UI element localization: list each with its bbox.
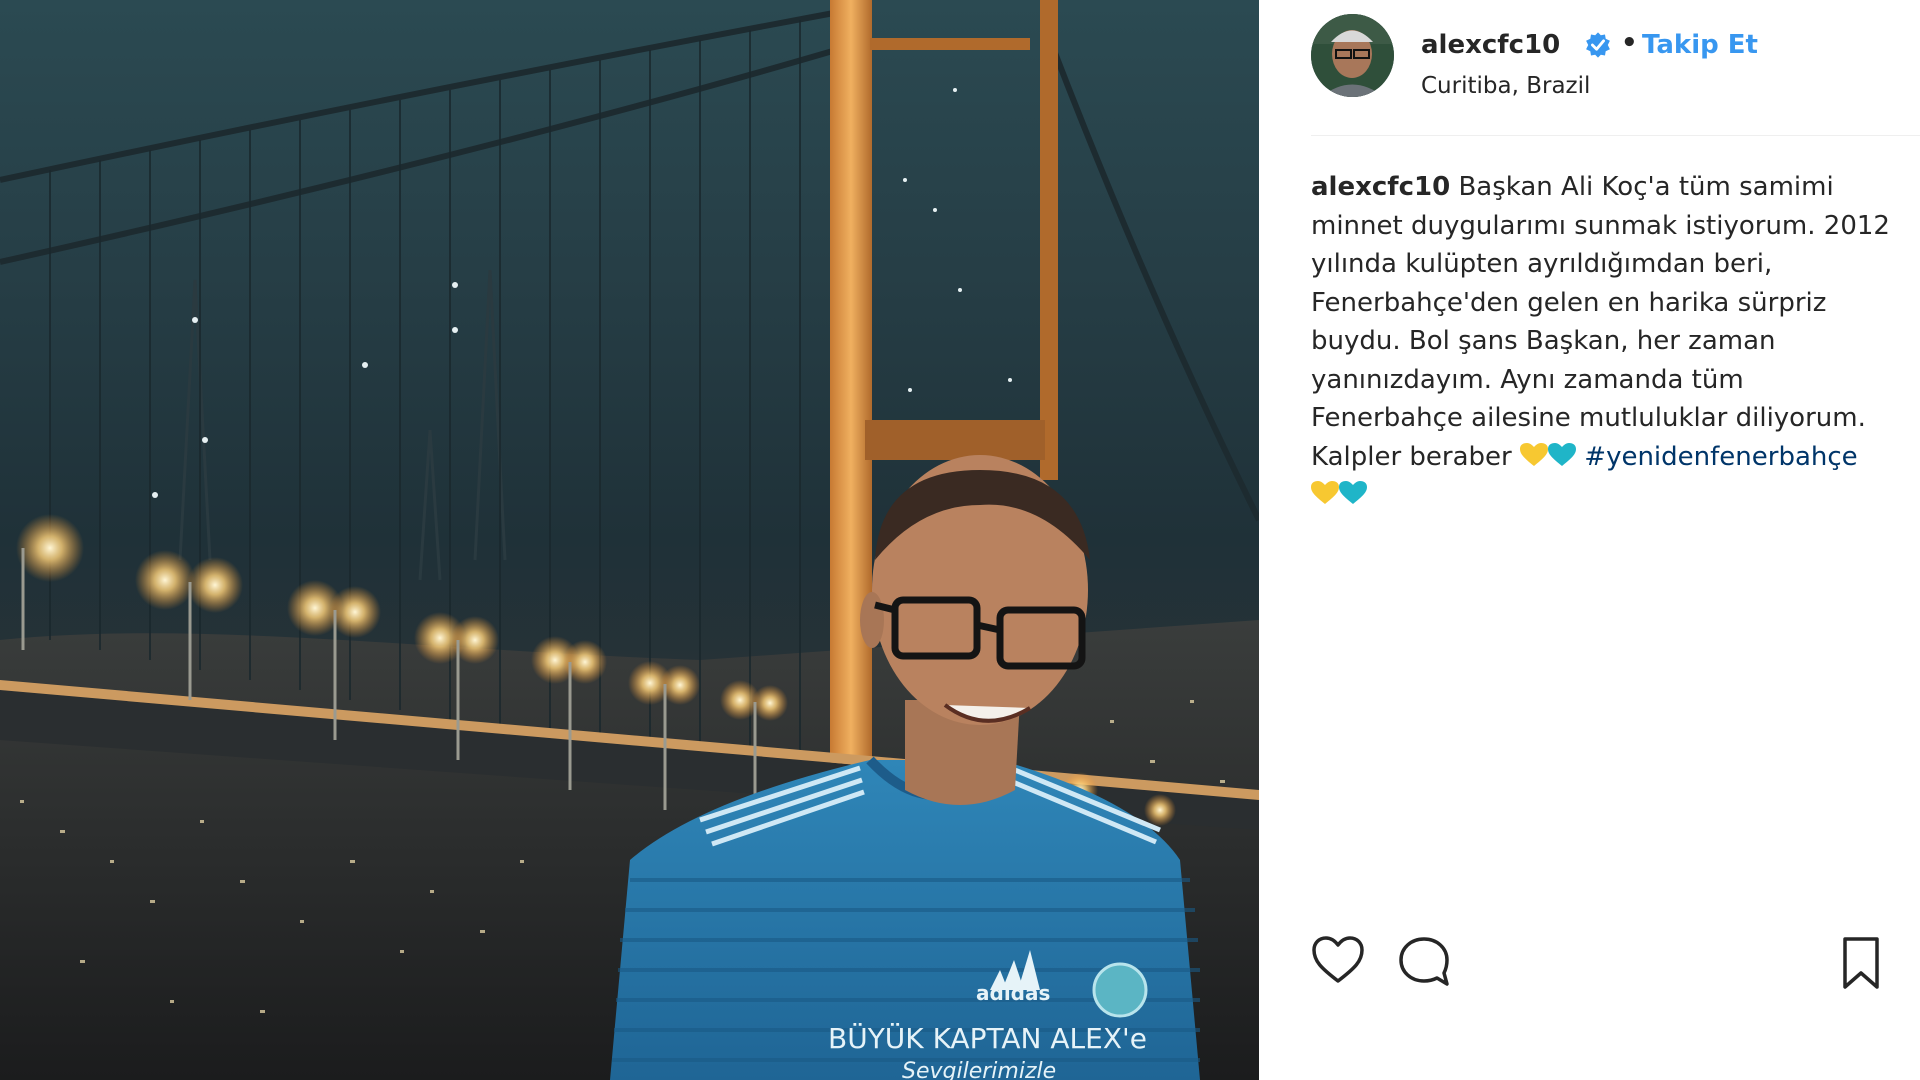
caption-text: Başkan Ali Koç'a tüm samimi minnet duygu… bbox=[1311, 172, 1890, 472]
yellow-heart-icon bbox=[1520, 442, 1549, 466]
caption-hashtag[interactable]: #yenidenfenerbahçe bbox=[1584, 442, 1857, 472]
header-username[interactable]: alexcfc10 bbox=[1421, 30, 1560, 60]
header-divider bbox=[1311, 135, 1920, 136]
jersey-text-line2: Sevgilerimizle bbox=[902, 1059, 1056, 1080]
verified-badge-icon bbox=[1586, 32, 1610, 58]
post-actions bbox=[1311, 935, 1920, 995]
profile-avatar[interactable] bbox=[1311, 14, 1394, 97]
caption-username[interactable]: alexcfc10 bbox=[1311, 172, 1450, 202]
post-location[interactable]: Curitiba, Brazil bbox=[1421, 73, 1590, 99]
bridge-night-scene: adidas BÜYÜK KAPTAN ALEX'e Sevgilerimizl… bbox=[0, 0, 1259, 1080]
heart-outline-icon[interactable] bbox=[1311, 935, 1365, 985]
yellow-heart-icon bbox=[1311, 481, 1339, 504]
jersey-brand: adidas bbox=[976, 981, 1050, 1005]
blue-heart-icon bbox=[1548, 442, 1577, 466]
instagram-post: adidas BÜYÜK KAPTAN ALEX'e Sevgilerimizl… bbox=[0, 0, 1920, 1080]
post-caption: alexcfc10 Başkan Ali Koç'a tüm samimi mi… bbox=[1311, 168, 1901, 515]
blue-heart-icon bbox=[1339, 481, 1367, 504]
avatar-image bbox=[1311, 14, 1394, 97]
comment-bubble-icon[interactable] bbox=[1397, 935, 1451, 989]
follow-button[interactable]: Takip Et bbox=[1642, 30, 1758, 60]
post-side-panel: alexcfc10 • Takip Et Curitiba, Brazil al… bbox=[1259, 0, 1920, 1080]
jersey-text-line1: BÜYÜK KAPTAN ALEX'e bbox=[828, 1021, 1147, 1055]
post-header: alexcfc10 • Takip Et Curitiba, Brazil bbox=[1311, 10, 1920, 135]
header-separator: • bbox=[1621, 28, 1638, 58]
bookmark-icon[interactable] bbox=[1841, 935, 1881, 991]
post-photo[interactable]: adidas BÜYÜK KAPTAN ALEX'e Sevgilerimizl… bbox=[0, 0, 1259, 1080]
